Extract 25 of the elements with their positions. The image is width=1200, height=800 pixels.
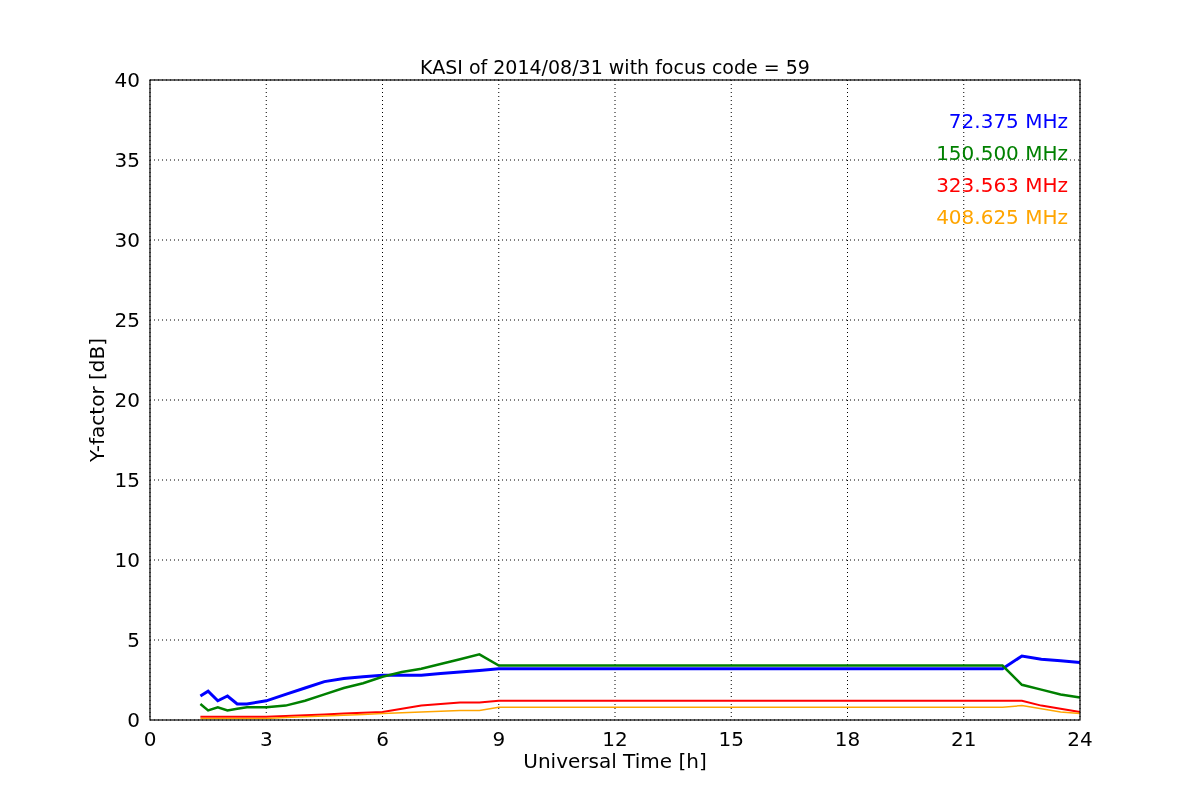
x-axis-label: Universal Time [h] [523,749,707,773]
legend-label: 323.563 MHz [936,173,1068,197]
x-tick-label: 15 [718,727,744,751]
y-tick-label: 5 [127,628,140,652]
y-tick-label: 0 [127,708,140,732]
y-axis-label: Y-factor [dB] [85,338,109,462]
x-tick-label: 3 [259,727,273,751]
x-tick-label: 0 [143,727,157,751]
x-tick-label: 12 [602,727,628,751]
x-tick-label: 9 [492,727,506,751]
y-tick-label: 40 [114,68,140,92]
y-tick-label: 15 [114,468,140,492]
legend-label: 72.375 MHz [948,109,1068,133]
legend-label: 408.625 MHz [936,205,1068,229]
y-tick-label: 30 [114,228,140,252]
y-tick-label: 10 [114,548,140,572]
legend-label: 150.500 MHz [936,141,1068,165]
y-tick-label: 25 [114,308,140,332]
y-tick-label: 35 [114,148,140,172]
chart-title: KASI of 2014/08/31 with focus code = 59 [420,56,810,78]
x-tick-label: 21 [951,727,977,751]
x-tick-label: 18 [834,727,861,751]
x-tick-label: 24 [1067,727,1093,751]
y-tick-label: 20 [114,388,140,412]
x-tick-label: 6 [376,727,389,751]
